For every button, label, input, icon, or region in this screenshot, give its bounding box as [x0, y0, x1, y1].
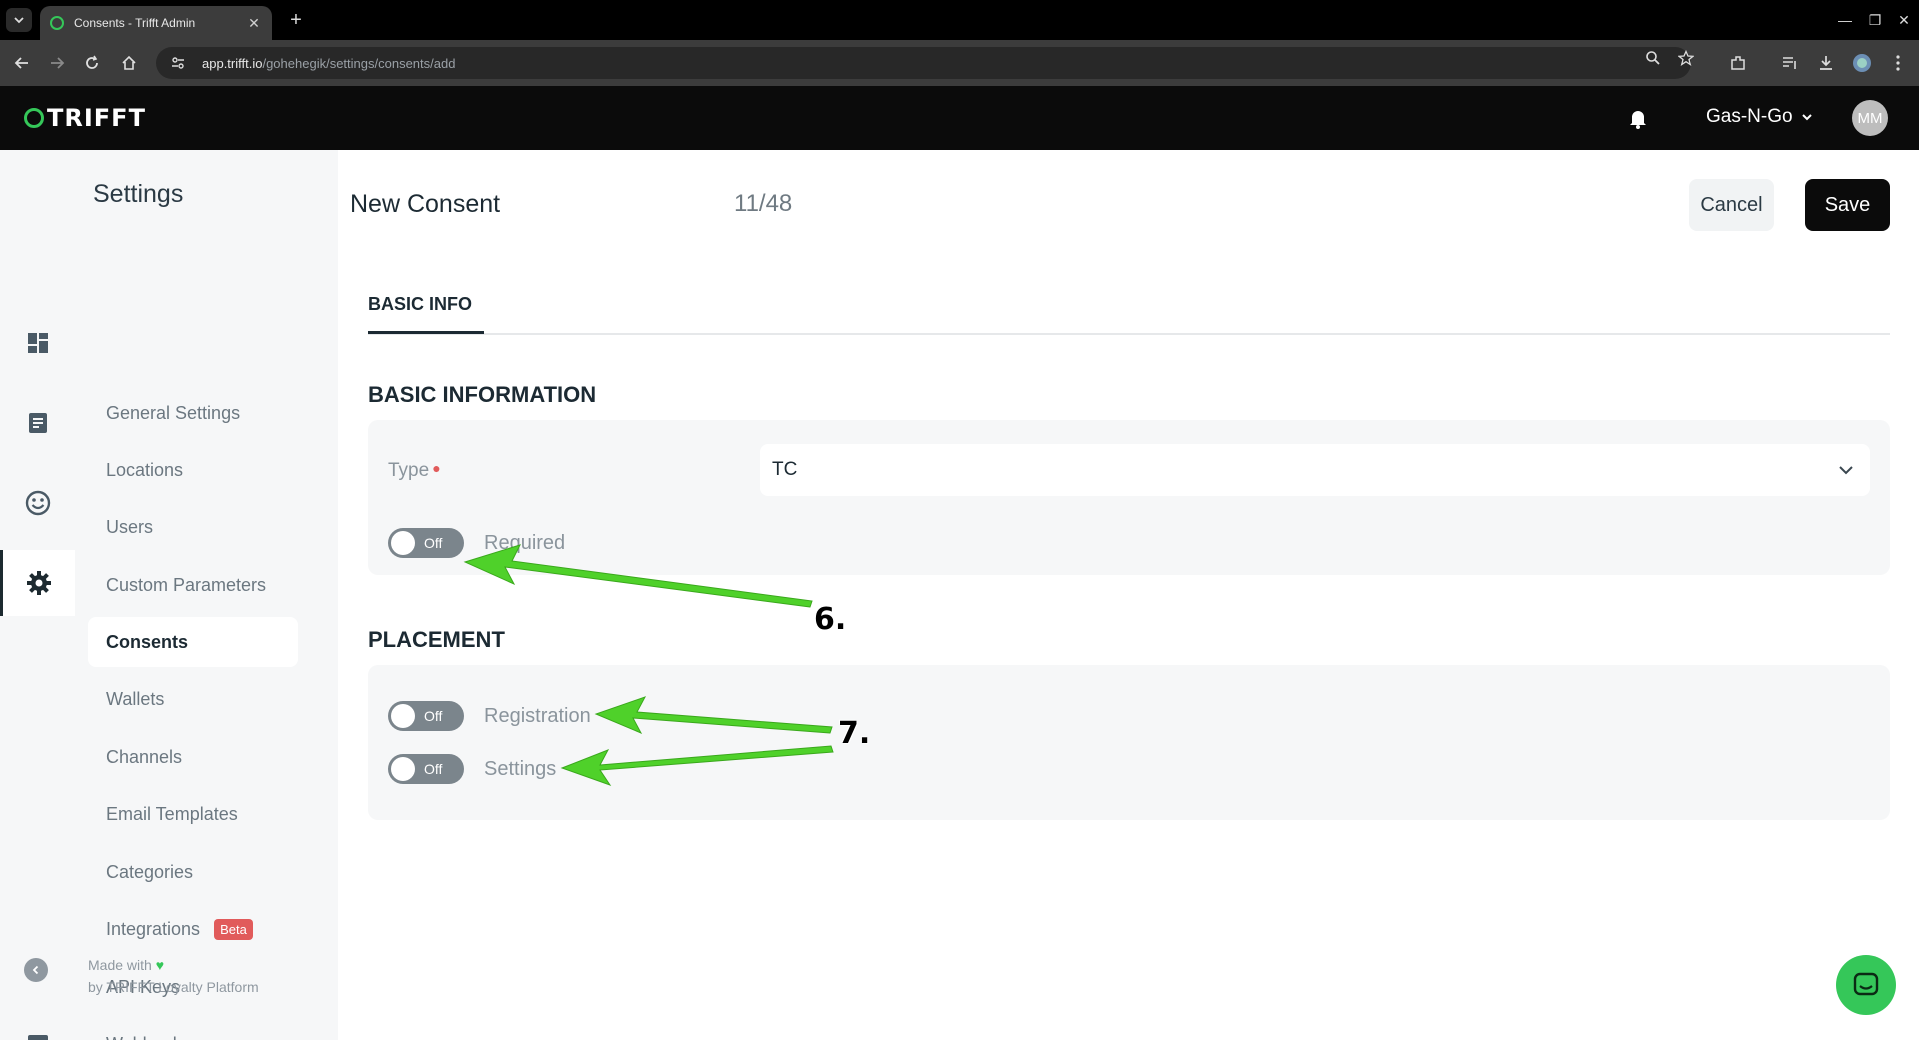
- logo-text: TRIFFT: [47, 104, 146, 132]
- placement-heading: PLACEMENT: [368, 627, 505, 652]
- tenant-name: Gas-N-Go: [1706, 106, 1793, 127]
- logo-ring-icon: [24, 108, 44, 128]
- annotation-step-7: 7.: [838, 716, 871, 751]
- save-button[interactable]: Save: [1805, 179, 1890, 231]
- chevron-down-icon: [1839, 466, 1853, 475]
- toggle-state: Off: [424, 708, 443, 724]
- toggle-state: Off: [424, 761, 443, 777]
- sidebar-item-custom-parameters[interactable]: Custom Parameters: [88, 560, 298, 610]
- zoom-icon[interactable]: [1642, 47, 1664, 69]
- bookmark-star-icon[interactable]: [1675, 47, 1697, 69]
- chat-launcher-button[interactable]: [1836, 955, 1896, 1015]
- settings-label: Settings: [484, 757, 557, 780]
- chevron-left-icon: [32, 965, 39, 975]
- trifft-logo[interactable]: TRIFFT: [24, 104, 146, 132]
- annotation-step-6: 6.: [814, 602, 847, 637]
- reload-icon[interactable]: [80, 51, 104, 75]
- download-icon[interactable]: [1814, 51, 1838, 75]
- sidebar-item-email-templates[interactable]: Email Templates: [88, 789, 298, 839]
- analytics-icon[interactable]: [0, 1012, 75, 1040]
- forward-icon[interactable]: [45, 51, 69, 75]
- sidebar-item-integrations[interactable]: Integrations Beta: [88, 904, 298, 954]
- required-toggle-row: Off Required: [388, 528, 565, 558]
- chevron-down-icon: [1801, 114, 1812, 121]
- sidebar-item-webhooks[interactable]: Webhooks: [88, 1019, 298, 1040]
- sidebar-item-locations[interactable]: Locations: [88, 445, 298, 495]
- url-text: app.trifft.io/gohehegik/settings/consent…: [202, 55, 456, 71]
- settings-gear-icon[interactable]: [0, 550, 75, 616]
- sidebar-item-label: Integrations: [106, 918, 201, 939]
- required-indicator: ●: [432, 460, 441, 476]
- tab-basic-info[interactable]: BASIC INFO: [368, 294, 472, 315]
- toggle-knob: [391, 704, 415, 728]
- cancel-button[interactable]: Cancel: [1689, 179, 1774, 231]
- tenant-switcher[interactable]: Gas-N-Go: [1706, 106, 1813, 128]
- profile-icon[interactable]: [1850, 51, 1874, 75]
- toggle-knob: [391, 531, 415, 555]
- main-content: New Consent 11/48 Cancel Save BASIC INFO…: [338, 150, 1919, 1040]
- sidebar-item-channels[interactable]: Channels: [88, 732, 298, 782]
- extensions-icon[interactable]: [1726, 51, 1750, 75]
- basic-information-heading: BASIC INFORMATION: [368, 382, 597, 407]
- toggle-knob: [391, 757, 415, 781]
- dashboard-icon[interactable]: [0, 310, 75, 376]
- page-title: New Consent: [350, 190, 501, 218]
- sidebar-item-general-settings[interactable]: General Settings: [88, 388, 298, 438]
- new-tab-button[interactable]: +: [284, 8, 308, 32]
- registration-label: Registration: [484, 704, 591, 727]
- sidebar-item-categories[interactable]: Categories: [88, 847, 298, 897]
- tab-bar-divider: [368, 333, 1890, 335]
- active-tab-indicator: [368, 331, 484, 334]
- url-bar[interactable]: app.trifft.io/gohehegik/settings/consent…: [156, 47, 1691, 79]
- registration-toggle[interactable]: Off: [388, 701, 464, 731]
- required-label: Required: [484, 531, 566, 554]
- home-icon[interactable]: [117, 51, 141, 75]
- smiley-icon[interactable]: [0, 470, 75, 536]
- close-tab-icon[interactable]: ✕: [246, 15, 262, 32]
- title-character-counter: 11/48: [734, 190, 793, 217]
- sidebar-item-consents[interactable]: Consents: [88, 617, 298, 667]
- app-header: TRIFFT Gas-N-Go MM: [0, 86, 1919, 150]
- platform-credit-text: by TRIFFT Loyalty Platform: [88, 979, 259, 995]
- beta-badge: Beta: [214, 918, 253, 940]
- address-bar-area: app.trifft.io/gohehegik/settings/consent…: [0, 40, 1919, 86]
- tab-title: Consents - Trifft Admin: [74, 16, 196, 30]
- chat-icon: [1853, 972, 1879, 996]
- collapse-sidebar-button[interactable]: [24, 958, 48, 982]
- toggle-state: Off: [424, 535, 443, 551]
- heart-icon: ♥: [155, 957, 165, 973]
- sidebar-item-wallets[interactable]: Wallets: [88, 674, 298, 724]
- sidebar-title: Settings: [93, 180, 184, 208]
- browser-menu-icon[interactable]: [1886, 51, 1910, 75]
- site-settings-icon[interactable]: [170, 55, 186, 71]
- placement-card: Off Registration Off Settings: [368, 665, 1890, 820]
- basic-information-card: Type ● TC Off Required: [368, 420, 1890, 575]
- media-control-icon[interactable]: [1778, 51, 1802, 75]
- trifft-favicon-icon: [50, 16, 64, 30]
- chevron-down-icon: [14, 17, 24, 24]
- settings-toggle[interactable]: Off: [388, 754, 464, 784]
- type-select-value: TC: [772, 459, 798, 480]
- minimize-icon[interactable]: —: [1830, 8, 1860, 32]
- made-with-text: Made with: [88, 957, 152, 973]
- settings-sidebar: Settings General Settings Locations User…: [75, 150, 338, 1040]
- restore-icon[interactable]: ❐: [1860, 8, 1890, 32]
- browser-tab[interactable]: Consents - Trifft Admin ✕: [40, 6, 272, 40]
- required-toggle[interactable]: Off: [388, 528, 464, 558]
- settings-toggle-row: Off Settings: [388, 754, 556, 784]
- user-avatar[interactable]: MM: [1852, 100, 1888, 136]
- type-field-label: Type ●: [388, 460, 441, 481]
- notifications-bell-icon[interactable]: [1626, 106, 1650, 130]
- type-select[interactable]: TC: [760, 444, 1870, 496]
- back-icon[interactable]: [10, 51, 34, 75]
- window-close-icon[interactable]: ✕: [1889, 8, 1919, 32]
- tab-search-button[interactable]: [6, 8, 32, 32]
- browser-tabstrip: Consents - Trifft Admin ✕ + — ❐ ✕: [0, 0, 1919, 40]
- sidebar-item-users[interactable]: Users: [88, 502, 298, 552]
- icon-rail: [0, 150, 75, 1040]
- document-icon[interactable]: [0, 390, 75, 456]
- footer-credit: Made with ♥ by TRIFFT Loyalty Platform: [88, 954, 259, 998]
- registration-toggle-row: Off Registration: [388, 701, 591, 731]
